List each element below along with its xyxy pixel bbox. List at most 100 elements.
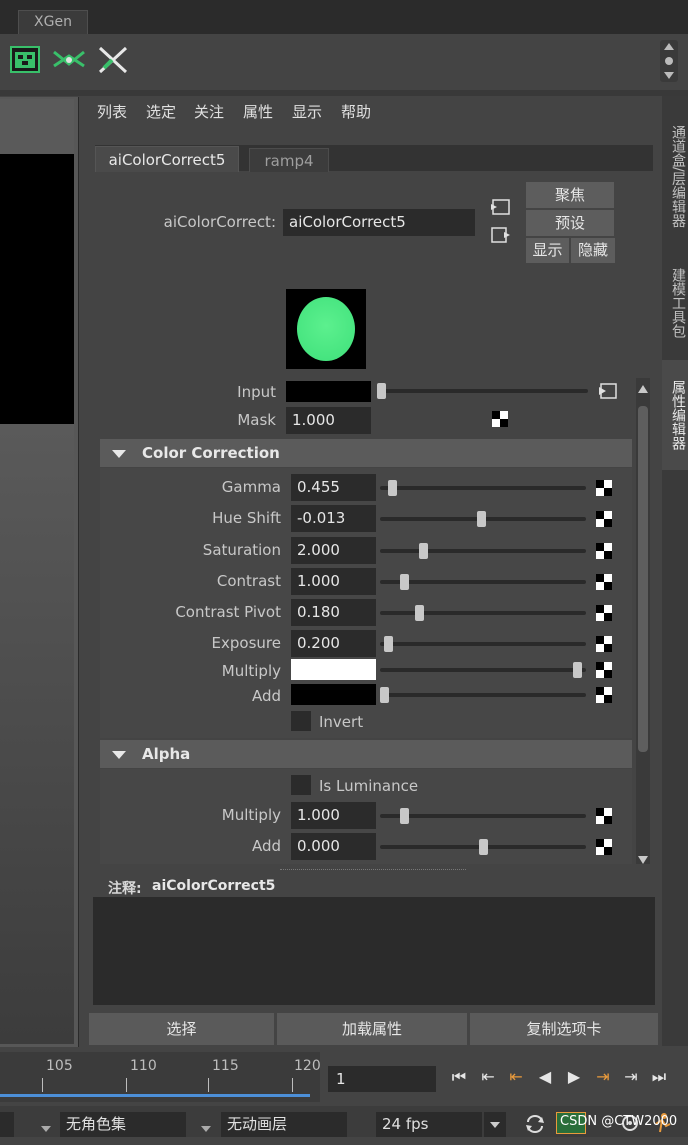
attr-slider-track[interactable] [380, 693, 586, 697]
fps-dropdown-arrow[interactable] [484, 1112, 506, 1137]
select-button[interactable]: 选择 [89, 1013, 274, 1045]
map-button[interactable] [596, 511, 612, 527]
attr-slider-handle[interactable] [415, 605, 424, 621]
go-to-end-button[interactable]: ⏭ [648, 1066, 670, 1088]
tab-xgen[interactable]: XGen [18, 10, 88, 34]
attr-slider-handle[interactable] [384, 636, 393, 652]
fps-dropdown[interactable]: 24 fps [376, 1112, 482, 1137]
alpha-value-field[interactable]: 0.000 [291, 833, 376, 860]
alpha-slider-handle[interactable] [400, 808, 409, 824]
map-button[interactable] [596, 687, 612, 703]
step-back-key-button[interactable]: ⇤ [505, 1066, 527, 1088]
input-connections-icon[interactable] [490, 198, 512, 216]
attr-value-field[interactable]: 0.455 [291, 474, 376, 501]
output-connections-icon[interactable] [490, 226, 512, 244]
attr-value-field[interactable]: 2.000 [291, 537, 376, 564]
attr-slider-track[interactable] [380, 486, 586, 490]
attr-slider-handle[interactable] [380, 687, 389, 703]
attr-slider-handle[interactable] [419, 543, 428, 559]
play-backwards-button[interactable]: ◀ [534, 1066, 556, 1088]
shelf-scroll[interactable] [660, 40, 678, 82]
step-forward-frame-button[interactable]: ⇥ [620, 1066, 642, 1088]
focus-button[interactable]: 聚焦 [526, 182, 614, 208]
range-field[interactable] [0, 1112, 14, 1137]
presets-button[interactable]: 预设 [526, 210, 614, 236]
attr-value-field[interactable]: 1.000 [291, 568, 376, 595]
attr-slider-handle[interactable] [573, 662, 582, 678]
grid-node-icon[interactable] [10, 44, 40, 74]
current-frame-field[interactable]: 1 [328, 1066, 436, 1092]
map-button[interactable] [596, 605, 612, 621]
scrollbar-thumb[interactable] [638, 406, 648, 752]
chevron-down-icon[interactable] [200, 1120, 212, 1132]
attr-slider-track[interactable] [380, 668, 586, 672]
menu-show[interactable]: 显示 [292, 101, 322, 122]
is-luminance-label: Is Luminance [319, 777, 419, 795]
node-cut-icon[interactable] [96, 44, 128, 74]
menu-help[interactable]: 帮助 [341, 101, 371, 122]
attr-slider-handle[interactable] [400, 574, 409, 590]
attr-value-field[interactable]: 0.180 [291, 599, 376, 626]
load-attributes-button[interactable]: 加载属性 [277, 1013, 467, 1045]
map-button[interactable] [596, 543, 612, 559]
mask-map-button[interactable] [492, 411, 508, 427]
map-button[interactable] [596, 636, 612, 652]
scroll-down-icon[interactable] [637, 851, 649, 864]
step-forward-key-button[interactable]: ⇥ [592, 1066, 614, 1088]
character-set-dropdown[interactable]: 无角色集 [60, 1112, 186, 1137]
side-tab-modeling-toolkit[interactable]: 建模工具包 [662, 258, 688, 348]
color-correction-header[interactable]: Color Correction [100, 439, 632, 467]
is-luminance-checkbox[interactable] [291, 775, 311, 795]
menu-attributes[interactable]: 属性 [243, 101, 273, 122]
show-button[interactable]: 显示 [526, 238, 569, 263]
menu-select[interactable]: 选定 [146, 101, 176, 122]
scroll-up-icon[interactable] [637, 380, 649, 393]
attr-slider-handle[interactable] [388, 480, 397, 496]
input-label: Input [237, 383, 276, 401]
side-tab-channel-box[interactable]: 通道盒/层编辑器 [662, 106, 688, 246]
alpha-slider-track[interactable] [380, 814, 586, 818]
hide-button[interactable]: 隐藏 [571, 238, 615, 263]
attr-slider-track[interactable] [380, 580, 586, 584]
input-color-swatch[interactable] [286, 381, 371, 402]
go-to-start-button[interactable]: ⏮ [448, 1066, 470, 1088]
attr-slider-track[interactable] [380, 549, 586, 553]
chevron-down-icon[interactable] [40, 1120, 52, 1132]
anim-layer-dropdown[interactable]: 无动画层 [221, 1112, 347, 1137]
map-button[interactable] [596, 808, 612, 824]
invert-checkbox[interactable] [291, 711, 311, 731]
map-button[interactable] [596, 662, 612, 678]
attr-value-field[interactable]: -0.013 [291, 505, 376, 532]
loop-icon[interactable] [524, 1114, 546, 1134]
input-slider-track[interactable] [378, 389, 588, 393]
node-name-field[interactable]: aiColorCorrect5 [283, 209, 475, 236]
step-back-frame-button[interactable]: ⇤ [477, 1066, 499, 1088]
play-forwards-button[interactable]: ▶ [563, 1066, 585, 1088]
menu-list[interactable]: 列表 [97, 101, 127, 122]
collapse-arrow-icon [112, 449, 126, 458]
input-slider-handle[interactable] [377, 383, 386, 399]
notes-splitter[interactable] [280, 869, 466, 870]
color-swatch[interactable] [291, 684, 376, 705]
side-tab-attribute-editor[interactable]: 属性编辑器 [662, 360, 688, 470]
map-button[interactable] [596, 480, 612, 496]
mask-field[interactable]: 1.000 [286, 407, 371, 434]
attr-value-field[interactable]: 0.200 [291, 630, 376, 657]
attr-slider-track[interactable] [380, 642, 586, 646]
attr-slider-track[interactable] [380, 611, 586, 615]
input-map-icon[interactable] [598, 382, 618, 400]
alpha-header[interactable]: Alpha [100, 740, 632, 768]
attr-slider-handle[interactable] [477, 511, 486, 527]
notes-textarea[interactable] [93, 897, 655, 1005]
alpha-value-field[interactable]: 1.000 [291, 802, 376, 829]
map-button[interactable] [596, 839, 612, 855]
tab-ramp4[interactable]: ramp4 [249, 148, 329, 172]
tab-aicolorcorrect5[interactable]: aiColorCorrect5 [95, 146, 239, 172]
menu-focus[interactable]: 关注 [194, 101, 224, 122]
node-connect-icon[interactable] [52, 44, 85, 74]
alpha-slider-handle[interactable] [479, 839, 488, 855]
divider [0, 90, 688, 96]
map-button[interactable] [596, 574, 612, 590]
copy-tab-button[interactable]: 复制选项卡 [470, 1013, 658, 1045]
color-swatch[interactable] [291, 659, 376, 680]
